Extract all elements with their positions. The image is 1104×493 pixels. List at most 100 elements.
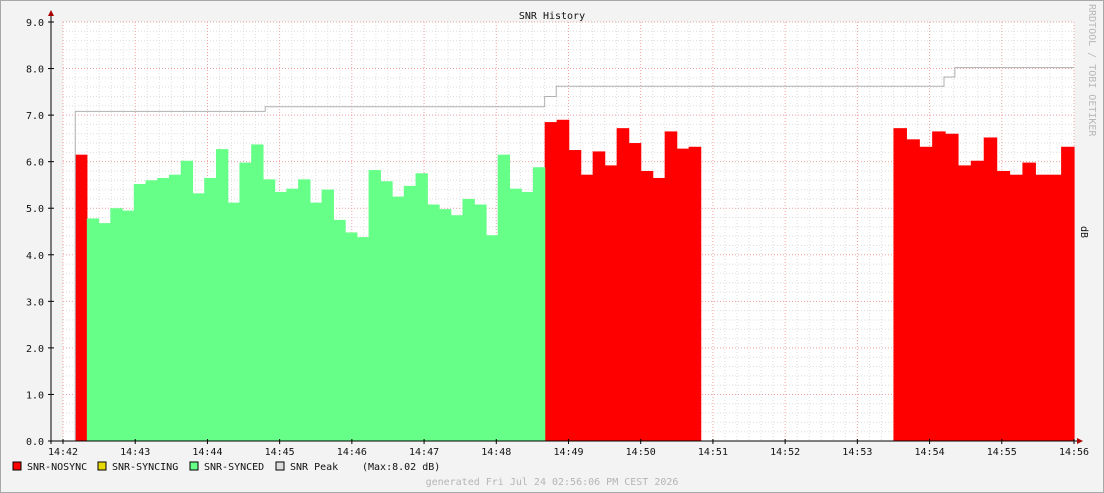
chart-title: SNR History <box>519 11 585 22</box>
area-bar-nosync <box>568 150 582 441</box>
area-bar-synced <box>450 215 464 441</box>
area-bar-nosync <box>1022 162 1036 441</box>
x-tick-label: 14:48 <box>481 447 511 458</box>
x-tick-label: 14:54 <box>915 447 945 458</box>
area-bar-nosync <box>616 128 630 441</box>
area-bar-synced <box>427 204 440 441</box>
legend-swatch-synced <box>189 461 199 471</box>
area-bar-nosync <box>893 128 907 441</box>
legend-peak-max: (Max:8.02 dB) <box>362 462 440 473</box>
y-tick-label: 4.0 <box>26 251 44 262</box>
area-bar-synced <box>262 179 276 442</box>
y-axis-label: dB <box>1078 226 1089 238</box>
area-bar-nosync <box>1061 146 1075 441</box>
area-bar-synced <box>239 162 252 441</box>
area-bar-nosync <box>970 160 985 442</box>
area-bar-synced <box>462 198 475 441</box>
area-bar-synced <box>215 149 229 441</box>
area-bar-synced <box>403 185 417 441</box>
x-tick-label: 14:44 <box>192 447 222 458</box>
area-bar-synced <box>180 160 194 442</box>
area-bar-synced <box>380 181 393 441</box>
area-bar-synced <box>204 177 217 441</box>
x-tick-label: 14:55 <box>987 447 1017 458</box>
area-bar-synced <box>356 237 370 441</box>
area-bar-synced <box>133 184 147 441</box>
legend: SNR-NOSYNC SNR-SYNCING SNR-SYNCED SNR Pe… <box>12 461 440 473</box>
x-tick-label: 14:45 <box>265 447 295 458</box>
area-bar-synced <box>86 218 100 441</box>
area-bar-nosync <box>556 119 570 442</box>
x-tick-label: 14:46 <box>337 447 367 458</box>
area-bar-synced <box>333 219 346 441</box>
area-bar-nosync <box>1035 174 1049 441</box>
x-tick-label: 14:42 <box>48 447 78 458</box>
y-axis-arrow <box>48 10 54 16</box>
area-bar-nosync <box>957 165 972 441</box>
x-tick-label: 14:43 <box>120 447 150 458</box>
area-bar-synced <box>192 193 205 441</box>
legend-label-nosync: SNR-NOSYNC <box>27 462 87 473</box>
area-bar-synced <box>392 196 405 441</box>
area-bar-synced <box>251 144 264 441</box>
area-bar-nosync <box>592 151 606 442</box>
area-bar-nosync <box>906 139 920 441</box>
y-tick-label: 2.0 <box>26 344 44 355</box>
area-bar-nosync <box>932 131 946 441</box>
area-bar-synced <box>157 177 170 441</box>
area-bar-synced <box>415 173 428 441</box>
area-bar-nosync <box>1048 174 1062 441</box>
x-tick-label: 14:47 <box>409 447 439 458</box>
y-tick-label: 9.0 <box>26 18 44 29</box>
area-bar-nosync <box>75 154 88 441</box>
area-bar-synced <box>345 232 358 441</box>
area-bar-synced <box>145 180 158 442</box>
y-tick-label: 7.0 <box>26 111 44 122</box>
area-bar-synced <box>286 188 299 441</box>
area-bar-nosync <box>676 148 690 441</box>
x-tick-label: 14:50 <box>626 447 656 458</box>
legend-swatch-syncing <box>97 461 107 471</box>
area-bar-synced <box>309 202 323 441</box>
area-bar-nosync <box>544 122 558 441</box>
y-tick-label: 0.0 <box>26 437 44 448</box>
area-bar-nosync <box>604 165 618 441</box>
y-tick-label: 5.0 <box>26 204 44 215</box>
area-bar-nosync <box>919 146 933 441</box>
area-bar-synced <box>98 223 111 441</box>
x-tick-label: 14:51 <box>698 447 728 458</box>
area-bar-synced <box>321 189 334 441</box>
area-bar-synced <box>485 235 499 441</box>
area-bar-nosync <box>996 170 1011 442</box>
snr-history-chart: 0.0 1.0 2.0 3.0 4.0 5.0 6.0 7.0 8.0 9.0 14:42 14:43… <box>12 4 1097 488</box>
area-bar-nosync <box>580 174 594 441</box>
area-bar-nosync <box>652 177 666 441</box>
area-bar-synced <box>169 174 182 441</box>
area-bar-nosync <box>664 131 678 441</box>
x-tick-label: 14:53 <box>842 447 872 458</box>
area-bar-synced <box>227 202 241 441</box>
area-bar-nosync <box>640 170 654 442</box>
legend-swatch-nosync <box>12 461 22 471</box>
area-bar-synced <box>110 208 123 441</box>
y-tick-label: 3.0 <box>26 297 44 308</box>
legend-label-peak: SNR Peak <box>290 462 338 473</box>
legend-label-synced: SNR-SYNCED <box>204 462 264 473</box>
area-bar-synced <box>497 154 511 441</box>
legend-label-syncing: SNR-SYNCING <box>112 462 178 473</box>
legend-swatch-peak <box>275 461 285 471</box>
y-tick-label: 6.0 <box>26 158 44 169</box>
area-bar-synced <box>439 209 452 441</box>
area-bar-nosync <box>628 143 642 442</box>
y-tick-label: 8.0 <box>26 65 44 76</box>
area-bar-nosync <box>688 146 702 441</box>
y-tick-label: 1.0 <box>26 390 44 401</box>
x-tick-label: 14:56 <box>1059 447 1089 458</box>
generated-timestamp: generated Fri Jul 24 02:56:06 PM CEST 20… <box>426 477 679 488</box>
area-bar-synced <box>298 179 311 442</box>
series-areas <box>75 119 1075 442</box>
area-bar-synced <box>532 167 546 441</box>
area-bar-nosync <box>945 133 959 442</box>
area-bar-nosync <box>983 137 998 441</box>
area-bar-synced <box>368 170 381 442</box>
